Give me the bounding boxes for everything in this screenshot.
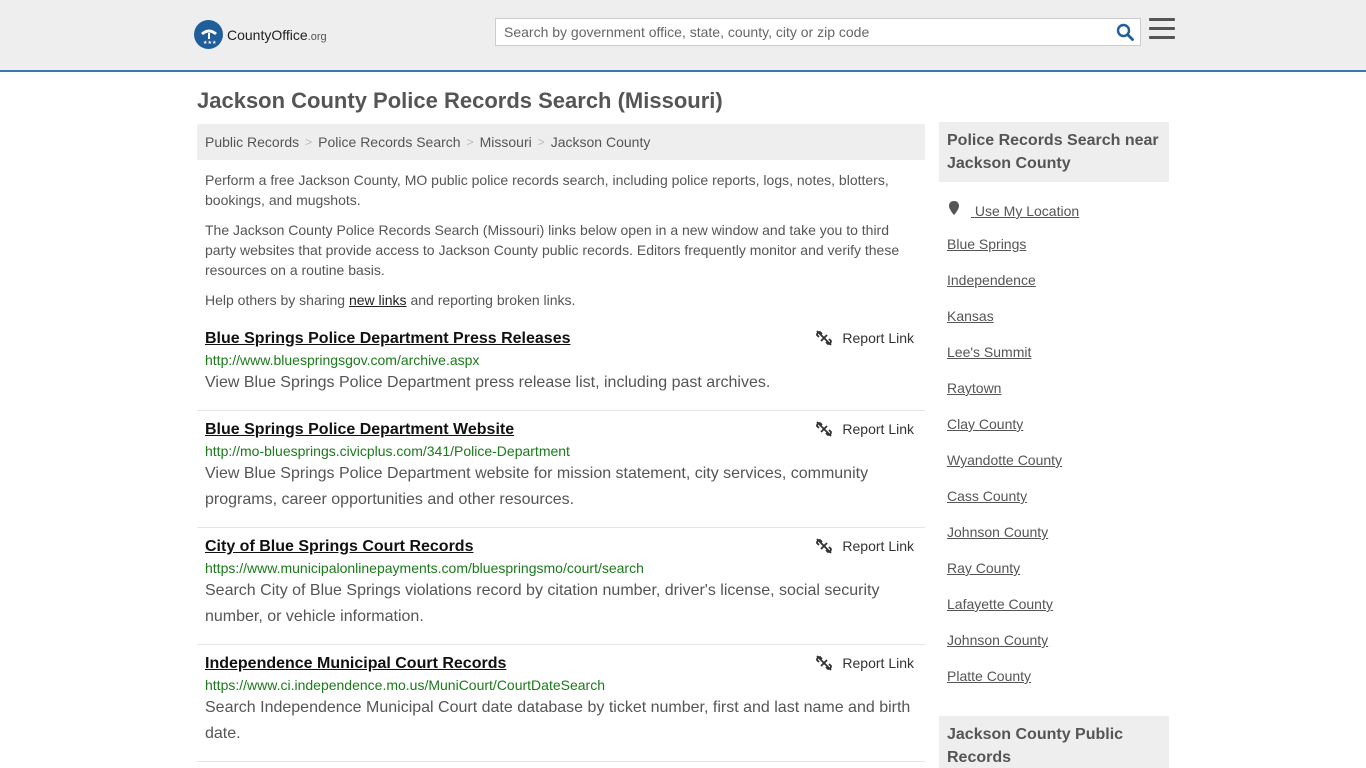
result-item: Independence Municipal Court Records Rep… bbox=[197, 655, 925, 762]
nearby-link-raytown[interactable]: Raytown bbox=[947, 378, 1169, 414]
breadcrumb-separator: > bbox=[305, 135, 313, 149]
map-pin-icon bbox=[949, 201, 959, 215]
report-link-button[interactable]: Report Link bbox=[816, 538, 914, 554]
broken-link-icon bbox=[816, 655, 833, 671]
search-bar bbox=[495, 18, 1141, 46]
result-item: Blue Springs Police Department Press Rel… bbox=[197, 330, 925, 411]
nearby-link-kansas[interactable]: Kansas bbox=[947, 306, 1169, 342]
nearby-link-johnson-county-2[interactable]: Johnson County bbox=[947, 630, 1169, 666]
report-link-button[interactable]: Report Link bbox=[816, 655, 914, 671]
nearby-link-lafayette-county[interactable]: Lafayette County bbox=[947, 594, 1169, 630]
report-link-label: Report Link bbox=[842, 538, 914, 554]
result-description: View Blue Springs Police Department webs… bbox=[205, 465, 869, 508]
breadcrumb-separator: > bbox=[537, 135, 545, 149]
result-description: Search City of Blue Springs violations r… bbox=[205, 582, 880, 625]
seal-icon: ★★★ bbox=[194, 20, 223, 49]
report-link-label: Report Link bbox=[842, 421, 914, 437]
broken-link-icon bbox=[816, 421, 833, 437]
logo-main: CountyOffice bbox=[227, 26, 308, 43]
nearby-link-johnson-county[interactable]: Johnson County bbox=[947, 522, 1169, 558]
breadcrumb: Public Records > Police Records Search >… bbox=[197, 124, 925, 160]
site-header: ★★★ CountyOffice.org bbox=[0, 0, 1366, 72]
result-title-link[interactable]: Blue Springs Police Department Website bbox=[205, 421, 514, 439]
report-link-label: Report Link bbox=[842, 655, 914, 671]
breadcrumb-missouri[interactable]: Missouri bbox=[480, 134, 532, 150]
logo-suffix: .org bbox=[307, 30, 327, 43]
breadcrumb-separator: > bbox=[466, 135, 474, 149]
broken-link-icon bbox=[816, 538, 833, 554]
intro-paragraph-3: Help others by sharing new links and rep… bbox=[205, 290, 915, 310]
intro-paragraph-2: The Jackson County Police Records Search… bbox=[205, 222, 900, 278]
nearby-link-independence[interactable]: Independence bbox=[947, 270, 1169, 306]
breadcrumb-jackson-county[interactable]: Jackson County bbox=[551, 134, 651, 150]
sidebar: Police Records Search near Jackson Count… bbox=[939, 122, 1169, 702]
result-url: http://www.bluespringsgov.com/archive.as… bbox=[205, 352, 480, 368]
sidebar-heading-public-records: Jackson County Public Records bbox=[939, 716, 1169, 768]
sidebar-heading: Police Records Search near Jackson Count… bbox=[939, 122, 1169, 182]
use-my-location-label: Use My Location bbox=[974, 203, 1080, 219]
hamburger-menu-icon[interactable] bbox=[1149, 18, 1175, 42]
result-title-link[interactable]: Independence Municipal Court Records bbox=[205, 655, 506, 673]
broken-link-icon bbox=[816, 330, 833, 346]
site-logo[interactable]: ★★★ CountyOffice.org bbox=[194, 20, 327, 49]
result-url: https://www.ci.independence.mo.us/MuniCo… bbox=[205, 677, 605, 693]
logo-text: CountyOffice.org bbox=[227, 27, 327, 43]
result-url: https://www.municipalonlinepayments.com/… bbox=[205, 560, 644, 576]
page-title: Jackson County Police Records Search (Mi… bbox=[197, 88, 723, 113]
result-description: Search Independence Municipal Court date… bbox=[205, 699, 911, 742]
nearby-link-cass-county[interactable]: Cass County bbox=[947, 486, 1169, 522]
nearby-link-blue-springs[interactable]: Blue Springs bbox=[947, 234, 1169, 270]
breadcrumb-public-records[interactable]: Public Records bbox=[205, 134, 299, 150]
result-title-link[interactable]: Blue Springs Police Department Press Rel… bbox=[205, 330, 570, 348]
nearby-list: Use My Location Blue Springs Independenc… bbox=[939, 198, 1169, 702]
use-my-location-link[interactable]: Use My Location bbox=[947, 198, 1169, 234]
report-link-button[interactable]: Report Link bbox=[816, 330, 914, 346]
result-url: http://mo-bluesprings.civicplus.com/341/… bbox=[205, 443, 570, 459]
result-description: View Blue Springs Police Department pres… bbox=[205, 374, 771, 391]
new-links-link[interactable]: new links bbox=[349, 292, 407, 308]
result-item: City of Blue Springs Court Records Repor… bbox=[197, 538, 925, 645]
report-link-label: Report Link bbox=[842, 330, 914, 346]
nearby-link-ray-county[interactable]: Ray County bbox=[947, 558, 1169, 594]
intro-text: Help others by sharing bbox=[205, 292, 349, 308]
search-icon bbox=[1116, 23, 1134, 41]
nearby-link-lees-summit[interactable]: Lee's Summit bbox=[947, 342, 1169, 378]
intro-text: and reporting broken links. bbox=[406, 292, 576, 308]
result-title-link[interactable]: City of Blue Springs Court Records bbox=[205, 538, 473, 556]
svg-text:★★★: ★★★ bbox=[203, 40, 217, 46]
nearby-link-clay-county[interactable]: Clay County bbox=[947, 414, 1169, 450]
breadcrumb-police-records-search[interactable]: Police Records Search bbox=[318, 134, 460, 150]
nearby-link-wyandotte-county[interactable]: Wyandotte County bbox=[947, 450, 1169, 486]
intro-paragraph-1: Perform a free Jackson County, MO public… bbox=[205, 172, 889, 208]
search-button[interactable] bbox=[1110, 19, 1140, 45]
result-item: Blue Springs Police Department Website R… bbox=[197, 421, 925, 528]
nearby-link-platte-county[interactable]: Platte County bbox=[947, 666, 1169, 702]
report-link-button[interactable]: Report Link bbox=[816, 421, 914, 437]
search-input[interactable] bbox=[496, 19, 1110, 45]
